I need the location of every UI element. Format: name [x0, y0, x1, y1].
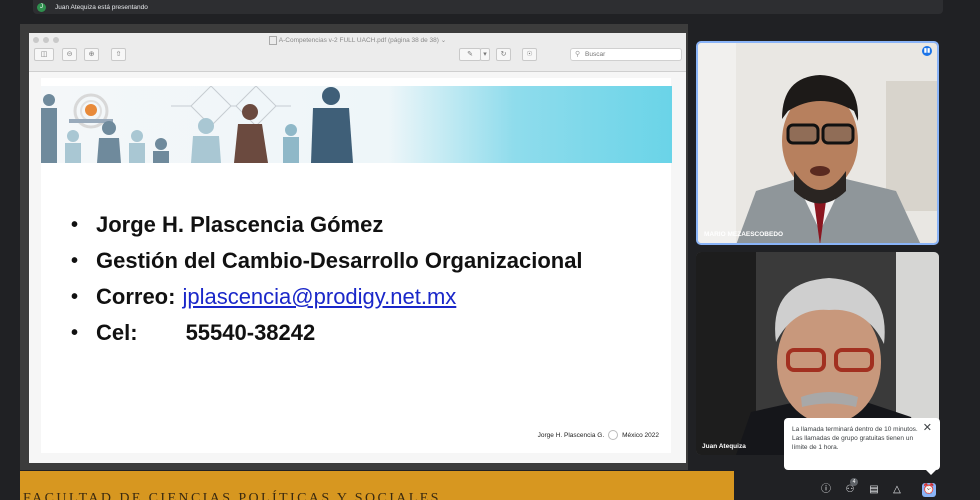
- chevron-down-icon: ▾: [483, 51, 487, 58]
- viewer-toolbar: A-Competencias v-2 FULL UACH.pdf (página…: [29, 33, 686, 72]
- presenter-avatar: J: [37, 2, 46, 12]
- search-icon: ⚲: [575, 51, 581, 58]
- pdf-file-icon: [268, 36, 277, 45]
- activities-icon: △: [893, 484, 901, 495]
- zoom-out-button[interactable]: ⊝: [62, 48, 77, 61]
- markup-dropdown-button[interactable]: ▾: [480, 48, 490, 61]
- participant-tile-1[interactable]: ▮▮ MARIO MEZAESCOBEDO: [696, 41, 939, 245]
- notification-pointer: [926, 470, 936, 475]
- pen-icon: ✎: [467, 51, 473, 58]
- share-icon: ⇧: [115, 51, 122, 58]
- search-input[interactable]: [585, 49, 675, 60]
- footer-author: Jorge H. Plascencia G.: [537, 431, 605, 439]
- zoom-out-icon: ⊝: [66, 51, 73, 58]
- zoom-in-icon: ⊕: [88, 51, 95, 58]
- markup-pen-button[interactable]: ✎: [459, 48, 481, 61]
- phone-label: Cel:: [96, 320, 138, 345]
- sidebar-toggle-button[interactable]: ◫: [34, 48, 54, 61]
- top-bar: J Juan Atequiza está presentando: [0, 0, 980, 14]
- email-link[interactable]: jplascencia@prodigy.net.mx: [182, 284, 456, 309]
- bullet-role: Gestión del Cambio-Desarrollo Organizaci…: [71, 244, 583, 280]
- share-button[interactable]: ⇧: [111, 48, 126, 61]
- slide-page: Jorge H. Plascencia Gómez Gestión del Ca…: [41, 78, 672, 453]
- footer-logo-icon: [608, 430, 619, 440]
- participants-count-badge: 4: [850, 478, 858, 486]
- markup-icon: ☉: [526, 51, 533, 58]
- presenter-banner: J Juan Atequiza está presentando: [33, 0, 943, 14]
- bullet-name-text: Jorge H. Plascencia Gómez: [96, 212, 384, 237]
- sidebar-icon: ◫: [40, 51, 48, 58]
- pdf-viewer-window: A-Competencias v-2 FULL UACH.pdf (página…: [29, 33, 686, 463]
- title-chevron-icon[interactable]: ⌄: [441, 37, 446, 44]
- info-icon: ⓘ: [821, 484, 831, 495]
- slide-footer: Jorge H. Plascencia G. México 2022: [538, 430, 659, 440]
- slide-bullets: Jorge H. Plascencia Gómez Gestión del Ca…: [71, 208, 583, 352]
- rotate-icon: ↻: [500, 51, 507, 58]
- email-label: Correo:: [96, 284, 176, 309]
- bullet-name: Jorge H. Plascencia Gómez: [71, 208, 583, 244]
- zoom-in-button[interactable]: ⊕: [84, 48, 99, 61]
- chat-button[interactable]: ▤: [867, 483, 881, 497]
- bullet-email: Correo:jplascencia@prodigy.net.mx: [71, 280, 583, 316]
- close-icon[interactable]: ✕: [923, 423, 932, 434]
- lower-banner: FACULTAD DE CIENCIAS POLÍTICAS Y SOCIALE…: [20, 471, 734, 500]
- document-title: A-Competencias v-2 FULL UACH.pdf (página…: [29, 36, 686, 45]
- document-title-text: A-Competencias v-2 FULL UACH.pdf (página…: [278, 37, 439, 45]
- call-limit-notification: La llamada terminará dentro de 10 minuto…: [784, 418, 940, 475]
- participant-video-1: [698, 43, 937, 243]
- bullet-role-text: Gestión del Cambio-Desarrollo Organizaci…: [96, 248, 583, 273]
- footer-place: México 2022: [622, 431, 659, 439]
- chat-icon: ▤: [869, 484, 879, 495]
- participant-name-2: Juan Atequiza: [702, 443, 746, 450]
- slide-banner: [41, 86, 672, 163]
- timer-icon: ⏰: [922, 484, 936, 495]
- phone-number: 55540-38242: [185, 320, 316, 345]
- lower-banner-text: FACULTAD DE CIENCIAS POLÍTICAS Y SOCIALE…: [23, 491, 441, 500]
- rotate-button[interactable]: ↻: [496, 48, 511, 61]
- annotate-button[interactable]: ☉: [522, 48, 537, 61]
- search-box[interactable]: ⚲: [570, 48, 682, 61]
- speaking-indicator-icon: ▮▮: [922, 46, 932, 56]
- bullet-phone: Cel: 55540-38242: [71, 316, 583, 352]
- meeting-info-button[interactable]: ⓘ: [819, 483, 833, 497]
- activities-button[interactable]: △: [890, 483, 904, 497]
- presenter-text: Juan Atequiza está presentando: [55, 3, 148, 11]
- participant-name-1: MARIO MEZAESCOBEDO: [704, 231, 784, 238]
- timer-button[interactable]: ⏰: [922, 483, 936, 497]
- notification-message: La llamada terminará dentro de 10 minuto…: [792, 426, 918, 451]
